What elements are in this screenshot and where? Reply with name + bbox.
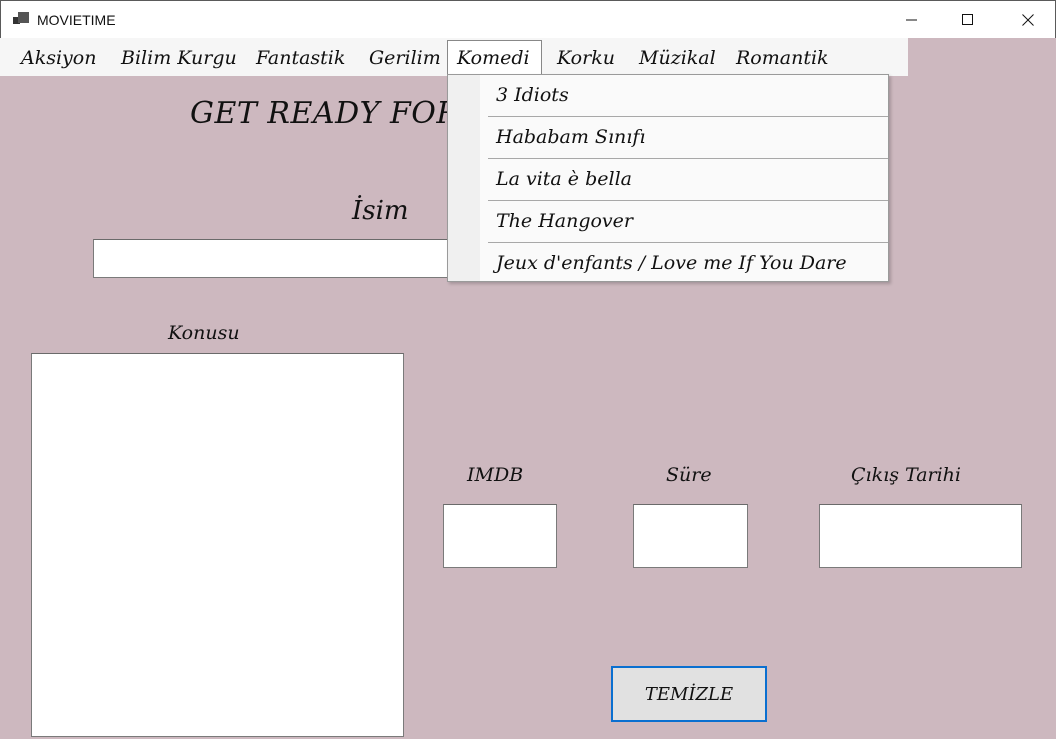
plot-textarea[interactable] bbox=[31, 353, 404, 737]
menu-muzikal[interactable]: Müzikal bbox=[629, 40, 726, 74]
menu-bar: Aksiyon Bilim Kurgu Fantastik Gerilim Ko… bbox=[0, 38, 908, 76]
close-icon bbox=[1022, 14, 1034, 26]
minimize-button[interactable] bbox=[889, 1, 935, 39]
page-heading: GET READY FOR bbox=[190, 96, 450, 131]
maximize-icon bbox=[962, 14, 973, 25]
imdb-label: IMDB bbox=[467, 464, 524, 486]
menu-bilim-kurgu[interactable]: Bilim Kurgu bbox=[111, 40, 247, 74]
dropdown-item-3-idiots[interactable]: 3 Idiots bbox=[488, 75, 888, 117]
dropdown-item-the-hangover[interactable]: The Hangover bbox=[488, 201, 888, 243]
close-button[interactable] bbox=[1005, 1, 1051, 39]
komedi-dropdown-menu: 3 Idiots Hababam Sınıfı La vita è bella … bbox=[447, 74, 889, 282]
name-input[interactable] bbox=[93, 239, 453, 278]
duration-input[interactable] bbox=[633, 504, 748, 568]
imdb-input[interactable] bbox=[443, 504, 557, 568]
dropdown-item-jeux-denfants[interactable]: Jeux d'enfants / Love me If You Dare bbox=[488, 243, 888, 285]
menu-aksiyon[interactable]: Aksiyon bbox=[11, 40, 106, 74]
menu-gerilim[interactable]: Gerilim bbox=[359, 40, 451, 74]
clear-button[interactable]: TEMİZLE bbox=[611, 666, 767, 722]
app-icon bbox=[13, 12, 29, 26]
dropdown-item-hababam-sinifi[interactable]: Hababam Sınıfı bbox=[488, 117, 888, 159]
window-title: MOVIETIME bbox=[37, 12, 116, 28]
duration-label: Süre bbox=[666, 464, 712, 486]
release-date-input[interactable] bbox=[819, 504, 1022, 568]
menu-korku[interactable]: Korku bbox=[547, 40, 625, 74]
dropdown-item-la-vita-e-bella[interactable]: La vita è bella bbox=[488, 159, 888, 201]
plot-label: Konusu bbox=[168, 322, 240, 344]
menu-romantik[interactable]: Romantik bbox=[726, 40, 839, 74]
title-bar: MOVIETIME bbox=[0, 0, 1056, 38]
name-label: İsim bbox=[352, 196, 409, 226]
menu-komedi[interactable]: Komedi bbox=[447, 40, 542, 76]
release-date-label: Çıkış Tarihi bbox=[851, 464, 961, 486]
minimize-icon bbox=[906, 19, 917, 21]
maximize-button[interactable] bbox=[945, 1, 991, 39]
dropdown-gutter bbox=[448, 75, 480, 281]
menu-fantastik[interactable]: Fantastik bbox=[246, 40, 355, 74]
